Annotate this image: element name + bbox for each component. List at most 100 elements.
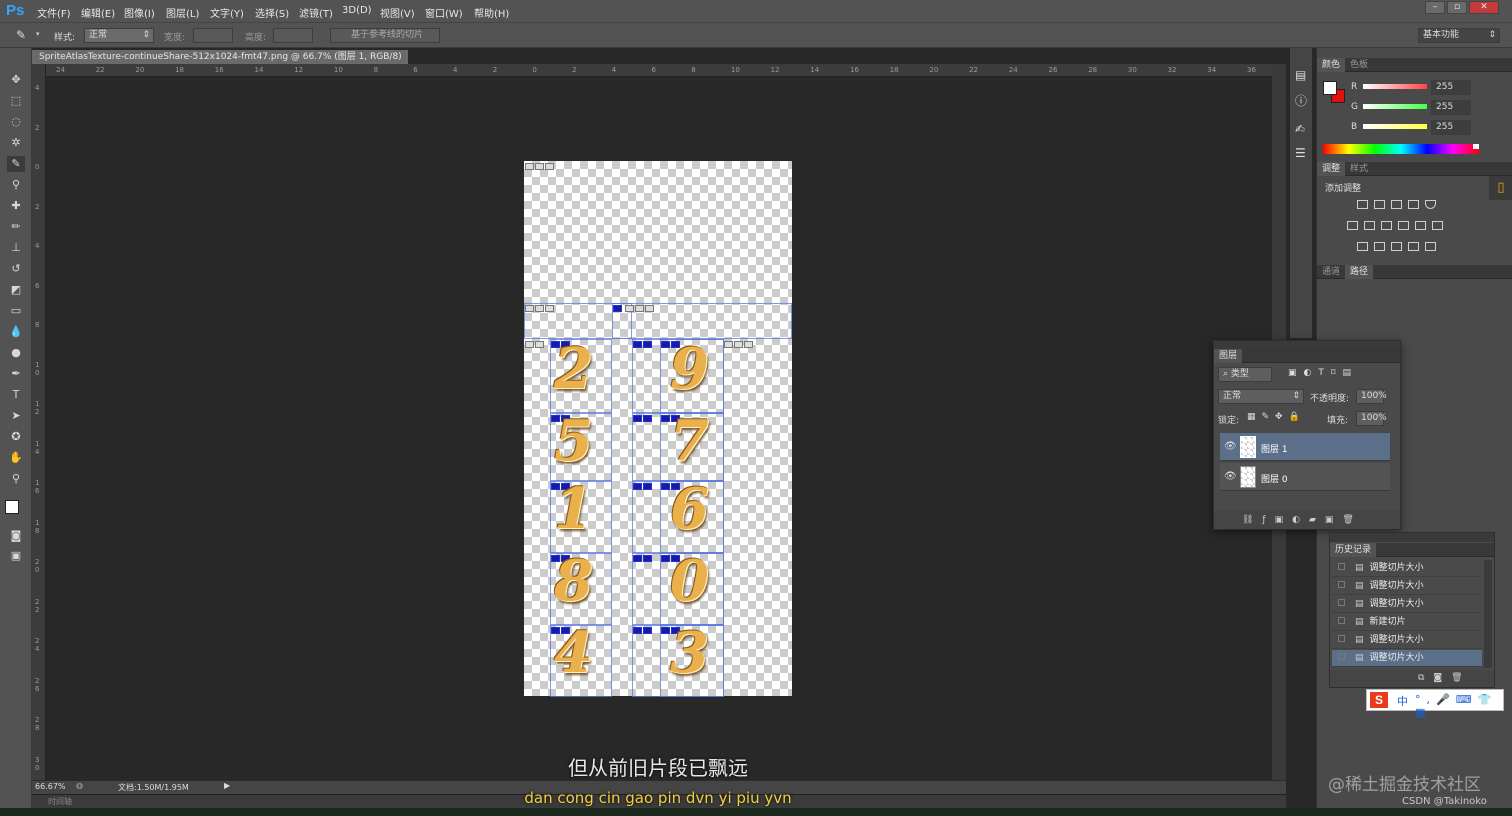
- levels-icon[interactable]: [1374, 200, 1385, 209]
- dodge-tool-icon[interactable]: ●: [7, 345, 25, 361]
- tab-color[interactable]: 颜色: [1317, 58, 1346, 72]
- history-footer[interactable]: ⧉◙🗑: [1330, 670, 1494, 687]
- invert-icon[interactable]: [1357, 242, 1368, 251]
- menu-layer[interactable]: 图层(L): [166, 5, 199, 20]
- layers-panel-header[interactable]: [1214, 341, 1400, 349]
- history-item[interactable]: ▤ 新建切片: [1332, 614, 1482, 631]
- lasso-tool-icon[interactable]: ◌: [7, 114, 25, 130]
- path-select-icon[interactable]: ➤: [7, 408, 25, 424]
- history-header[interactable]: [1330, 533, 1494, 542]
- channel-value[interactable]: 255: [1431, 80, 1471, 95]
- brush-tool-icon[interactable]: ✏: [7, 219, 25, 235]
- history-brush-icon[interactable]: ↺: [7, 261, 25, 277]
- document-tab[interactable]: SpriteAtlasTexture-continueShare-512x102…: [32, 50, 408, 76]
- stamp-tool-icon[interactable]: ⊥: [7, 240, 25, 256]
- document-canvas[interactable]: 2957168043: [524, 161, 792, 697]
- menu-filter[interactable]: 滤镜(T): [299, 5, 333, 20]
- menu-help[interactable]: 帮助(H): [474, 5, 509, 20]
- fg-color[interactable]: [1323, 81, 1337, 95]
- eyedropper-icon[interactable]: ⚲: [7, 177, 25, 193]
- channel-slider[interactable]: [1363, 104, 1427, 109]
- channel-slider[interactable]: [1363, 84, 1427, 89]
- menu-type[interactable]: 文字(Y): [210, 5, 244, 20]
- chevron-down-icon[interactable]: ▾: [36, 30, 40, 38]
- tab-history[interactable]: 历史记录: [1330, 543, 1377, 557]
- layer-name[interactable]: 图层 1: [1261, 442, 1288, 455]
- menu-3d[interactable]: 3D(D): [342, 5, 372, 16]
- tab-channels[interactable]: 通道: [1317, 265, 1345, 279]
- slice-row[interactable]: [524, 303, 792, 339]
- height-input[interactable]: [273, 28, 313, 43]
- type-tool-icon[interactable]: T: [7, 387, 25, 403]
- layer-filter-icons[interactable]: ▣◐T⌑▤: [1288, 368, 1358, 378]
- selective-color-icon[interactable]: [1408, 242, 1419, 251]
- ime-tool-icons[interactable]: °,🎤⌨👕▦: [1415, 693, 1503, 719]
- color-spectrum[interactable]: [1323, 144, 1479, 154]
- blend-mode-select[interactable]: 正常 ⇕: [1218, 389, 1304, 404]
- menu-edit[interactable]: 编辑(E): [81, 5, 115, 20]
- shape-tool-icon[interactable]: ✪: [7, 429, 25, 445]
- checkbox-icon[interactable]: [1338, 635, 1345, 642]
- lock-icons[interactable]: ▦✎✥🔒: [1247, 412, 1306, 422]
- checkbox-icon[interactable]: [1338, 599, 1345, 606]
- brush-panel-icon[interactable]: ✍: [1295, 122, 1305, 136]
- sogou-icon[interactable]: S: [1370, 692, 1388, 708]
- posterize-icon[interactable]: [1374, 242, 1385, 251]
- brightness-icon[interactable]: [1357, 200, 1368, 209]
- vibrance-icon[interactable]: [1425, 200, 1436, 209]
- layer-name[interactable]: 图层 0: [1261, 472, 1288, 485]
- channel-mixer-icon[interactable]: [1415, 221, 1426, 230]
- history-scrollbar[interactable]: [1484, 560, 1492, 668]
- screen-mode-icon[interactable]: ▣: [7, 548, 25, 564]
- zoom-tool-icon[interactable]: ⚲: [7, 471, 25, 487]
- checkbox-icon[interactable]: [1338, 563, 1345, 570]
- quick-mask-icon[interactable]: ◙: [7, 528, 25, 544]
- checkbox-icon[interactable]: [1338, 581, 1345, 588]
- plugin-icon[interactable]: ▯: [1489, 176, 1512, 200]
- ime-toolbar[interactable]: S 中 °,🎤⌨👕▦: [1366, 689, 1504, 719]
- info-icon[interactable]: ⓘ: [1295, 92, 1307, 109]
- layer-filter-select[interactable]: ⌕ 类型: [1218, 367, 1272, 382]
- workspace-select[interactable]: 基本功能 ⇕: [1418, 28, 1500, 43]
- gradient-map-icon[interactable]: [1425, 242, 1436, 251]
- photo-filter-icon[interactable]: [1398, 221, 1409, 230]
- healing-brush-icon[interactable]: ✚: [7, 198, 25, 214]
- menu-image[interactable]: 图像(I): [124, 5, 155, 20]
- opacity-input[interactable]: 100%: [1356, 389, 1387, 404]
- menu-file[interactable]: 文件(F): [37, 5, 71, 20]
- history-item[interactable]: ▤ 调整切片大小: [1332, 578, 1482, 595]
- slice-tool-icon[interactable]: ✎: [7, 156, 25, 172]
- menu-select[interactable]: 选择(S): [255, 5, 289, 20]
- slices-from-guides-button[interactable]: 基于参考线的切片: [330, 28, 440, 43]
- ime-lang[interactable]: 中: [1397, 693, 1408, 709]
- exposure-icon[interactable]: [1408, 200, 1419, 209]
- checkbox-icon[interactable]: [1338, 617, 1345, 624]
- tab-paths[interactable]: 路径: [1345, 265, 1374, 279]
- move-tool-icon[interactable]: ✥: [7, 72, 25, 88]
- black-white-icon[interactable]: [1381, 221, 1392, 230]
- width-input[interactable]: [193, 28, 233, 43]
- hand-tool-icon[interactable]: ✋: [7, 450, 25, 466]
- color-lookup-icon[interactable]: [1432, 221, 1443, 230]
- marquee-tool-icon[interactable]: ⬚: [7, 93, 25, 109]
- color-balance-icon[interactable]: [1364, 221, 1375, 230]
- tab-styles[interactable]: 样式: [1345, 162, 1373, 176]
- hue-sat-icon[interactable]: [1347, 221, 1358, 230]
- threshold-icon[interactable]: [1391, 242, 1402, 251]
- channel-slider[interactable]: [1363, 124, 1427, 129]
- maximize-button[interactable]: ▫: [1447, 1, 1467, 14]
- channel-value[interactable]: 255: [1431, 120, 1471, 135]
- history-item[interactable]: ▤ 调整切片大小: [1332, 650, 1482, 667]
- menu-window[interactable]: 窗口(W): [425, 5, 463, 20]
- magic-wand-icon[interactable]: ✲: [7, 135, 25, 151]
- history-item[interactable]: ▤ 调整切片大小: [1332, 596, 1482, 613]
- menu-view[interactable]: 视图(V): [380, 5, 415, 20]
- blur-tool-icon[interactable]: 💧: [7, 324, 25, 340]
- eye-icon[interactable]: 👁: [1224, 471, 1237, 482]
- gradient-tool-icon[interactable]: ▭: [7, 303, 25, 319]
- spectrum-white[interactable]: [1473, 144, 1479, 149]
- tab-layers[interactable]: 图层: [1214, 349, 1243, 363]
- tab-swatches[interactable]: 色板: [1345, 58, 1373, 72]
- tab-adjustments[interactable]: 调整: [1317, 162, 1346, 176]
- eraser-tool-icon[interactable]: ◩: [7, 282, 25, 298]
